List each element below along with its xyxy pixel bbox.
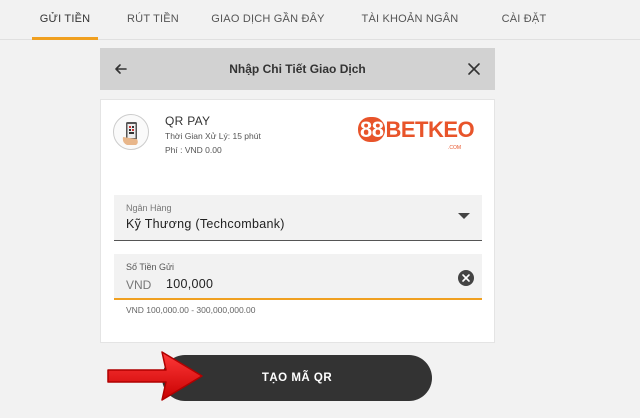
bank-select-label: Ngân Hàng — [126, 203, 172, 213]
bank-select-value: Kỹ Thương (Techcombank) — [126, 217, 285, 231]
logo-domain: .COM — [448, 145, 462, 151]
modal-title: Nhập Chi Tiết Giao Dịch — [229, 62, 366, 76]
clear-icon — [462, 274, 470, 282]
red-arrow-pointer — [107, 351, 203, 401]
processing-time: Thời Gian Xử Lý: 15 phút — [165, 131, 261, 141]
tab-bank-accounts[interactable]: TÀI KHOẢN NGÂN HÀNG — [344, 0, 476, 63]
transaction-card: QR PAY Thời Gian Xử Lý: 15 phút Phí : VN… — [100, 99, 495, 343]
caret-down-icon — [458, 213, 470, 219]
fee-text: Phí : VND 0.00 — [165, 145, 222, 155]
tab-recent-transactions[interactable]: GIAO DỊCH GẦN ĐÂY — [206, 0, 330, 40]
modal-header: Nhập Chi Tiết Giao Dịch — [100, 48, 495, 90]
bank-select[interactable]: Ngân Hàng Kỹ Thương (Techcombank) — [114, 195, 482, 241]
brand-logo: 88BETKEO .COM — [358, 115, 475, 155]
amount-range-hint: VND 100,000.00 - 300,000,000.00 — [126, 305, 256, 315]
close-icon — [468, 63, 480, 75]
amount-field: Số Tiền Gửi VND — [114, 254, 482, 300]
clear-amount-button[interactable] — [458, 270, 474, 286]
amount-input[interactable] — [166, 275, 406, 293]
arrow-left-icon — [115, 64, 127, 74]
qr-phone-icon — [113, 114, 149, 150]
tab-settings[interactable]: CÀI ĐẶT — [492, 0, 556, 40]
amount-currency: VND — [126, 278, 152, 292]
tab-withdraw[interactable]: RÚT TIỀN — [118, 0, 188, 40]
amount-label: Số Tiền Gửi — [126, 262, 175, 272]
logo-number: 88 — [358, 117, 386, 142]
tab-bar: GỬI TIỀN RÚT TIỀN GIAO DỊCH GẦN ĐÂY TÀI … — [0, 0, 640, 63]
close-button[interactable] — [463, 58, 485, 80]
payment-method-name: QR PAY — [165, 114, 211, 128]
logo-word: BETKEO — [385, 117, 475, 142]
tab-deposit[interactable]: GỬI TIỀN — [32, 0, 98, 40]
back-button[interactable] — [110, 58, 132, 80]
